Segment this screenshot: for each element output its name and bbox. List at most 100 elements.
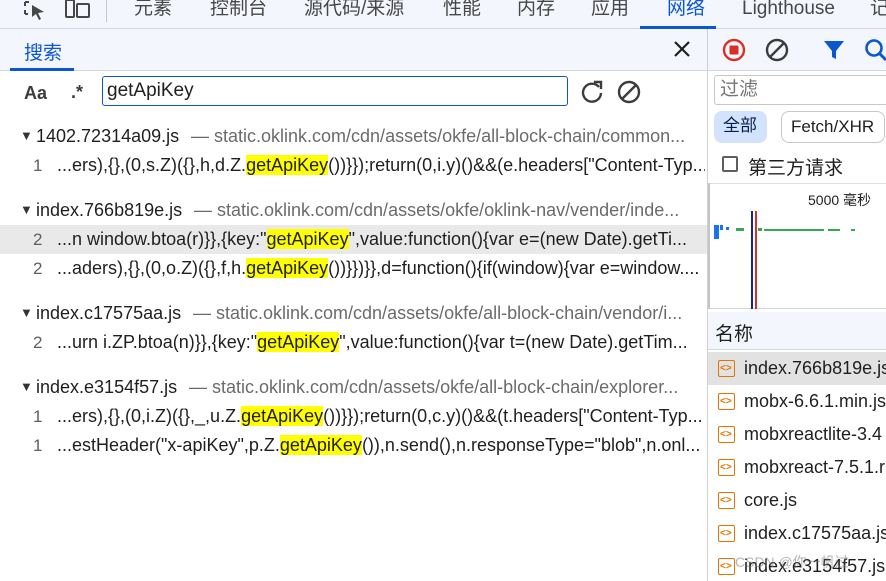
tab-performance[interactable]: 性能 [443,0,481,26]
match-case-toggle[interactable]: Aa [24,83,47,104]
match-context: ...estHeader("x-apiKey",p.Z. [57,435,280,455]
refresh-icon[interactable] [579,79,605,105]
match-snippet: ...n window.btoa(r)}},{key:"getApiKey",v… [57,225,705,254]
line-number: 1 [33,156,43,175]
request-row[interactable]: core.js [708,484,886,517]
name-column-label: 名称 [715,324,754,345]
result-file-url: — static.oklink.com/cdn/assets/okfe/all-… [189,377,679,397]
match-highlight: getApiKey [241,406,324,426]
line-number: 2 [33,230,43,249]
request-name: mobxreact-7.5.1.r [744,457,886,477]
result-match-row[interactable]: 1 ...ers),{},(0,s.Z)({},h,d.Z.getApiKey()… [0,151,707,180]
request-name: core.js [744,490,798,510]
tab-network[interactable]: 网络 [667,0,705,26]
result-match-row[interactable]: 2 ...n window.btoa(r)}},{key:"getApiKey",… [0,225,707,254]
line-number: 2 [33,333,43,352]
result-file-name: index.c17575aa.js [36,303,182,323]
expand-triangle-icon[interactable]: ▼ [20,195,33,225]
search-results: ▼ 1402.72314a09.js — static.oklink.com/cdn… [0,121,707,460]
search-drawer-tab[interactable]: 搜索 [24,38,62,65]
script-file-icon [718,418,735,451]
match-context: ...n window.btoa(r)}},{key:" [57,229,267,249]
result-file-group: ▼ index.e3154f57.js — static.oklink.com/cd… [0,372,707,460]
expand-triangle-icon[interactable]: ▼ [20,298,33,328]
tab-memory[interactable]: 内存 [517,0,555,26]
regex-toggle[interactable]: .* [71,82,83,103]
script-file-icon [718,352,735,385]
request-row[interactable]: index.c17575aa.js [708,517,886,550]
tab-lighthouse[interactable]: Lighthouse [742,0,835,26]
match-context: ...ers),{},(0,s.Z)({},h,d.Z. [57,155,247,175]
match-context: ...urn i.ZP.btoa(n)}},{key:" [57,332,258,352]
match-context: ()),n.send(),n.responseType="blob",n.onl… [361,435,701,455]
third-party-checkbox[interactable] [722,156,738,172]
match-context: ",value:function(){var e=(new Date).getT… [348,229,687,249]
match-snippet: ...urn i.ZP.btoa(n)}},{key:"getApiKey",v… [57,328,705,357]
search-input[interactable] [102,76,568,106]
clear-log-icon[interactable] [764,37,790,63]
result-file-group: ▼ index.766b819e.js — static.oklink.com/cd… [0,195,707,283]
match-highlight: getApiKey [246,155,329,175]
third-party-label: 第三方请求 [748,158,844,179]
match-snippet: ...ers),{},(0,s.Z)({},h,d.Z.getApiKey())… [57,151,705,180]
script-file-icon [718,484,735,517]
request-row[interactable]: mobx-6.6.1.min.js [708,385,886,418]
result-file-row[interactable]: ▼ 1402.72314a09.js — static.oklink.com/cdn… [0,121,707,151]
result-file-group: ▼ 1402.72314a09.js — static.oklink.com/cdn… [0,121,707,180]
match-context: ())}});return(0,i.y)()&&(e.headers["Cont… [328,155,705,175]
script-file-icon [718,385,735,418]
tab-sources[interactable]: 源代码/来源 [304,0,404,26]
result-file-url: — static.oklink.com/cdn/assets/okfe/all-… [191,126,686,146]
tab-elements[interactable]: 元素 [134,0,172,26]
result-file-name: 1402.72314a09.js [36,126,180,146]
match-context: ",value:function(){var t=(new Date).getT… [339,332,688,352]
request-name: index.766b819e.js [744,358,886,378]
match-snippet: ...aders),{},(0,o.Z)({},f,h.getApiKey())… [57,254,705,283]
expand-triangle-icon[interactable]: ▼ [20,372,33,402]
match-highlight: getApiKey [246,258,329,278]
watermark: CSDN @你一帆过 [735,554,849,570]
record-stop-icon[interactable] [721,37,747,63]
result-file-group: ▼ index.c17575aa.js — static.oklink.com/cd… [0,298,707,357]
result-file-row[interactable]: ▼ index.e3154f57.js — static.oklink.com/cd… [0,372,707,402]
match-highlight: getApiKey [266,229,349,249]
match-context: ...ers),{},(0,i.Z)({},_,u.Z. [57,406,242,426]
request-row[interactable]: mobxreactlite-3.4 [708,418,886,451]
line-number: 1 [33,407,43,426]
filter-icon[interactable] [821,37,847,63]
filter-chip-all[interactable]: 全部 [714,111,767,143]
result-file-url: — static.oklink.com/cdn/assets/okfe/okli… [194,200,680,220]
script-file-icon [718,451,735,484]
device-toolbar-icon[interactable] [64,0,90,20]
result-file-row[interactable]: ▼ index.c17575aa.js — static.oklink.com/cd… [0,298,707,328]
result-file-row[interactable]: ▼ index.766b819e.js — static.oklink.com/cd… [0,195,707,225]
tab-console[interactable]: 控制台 [210,0,267,26]
request-list: index.766b819e.js mobx-6.6.1.min.js mobxre… [708,352,886,581]
search-panel: 搜索 Aa .* ▼1402.72314a09.js— static.oklin… [0,29,707,581]
tab-recorder[interactable]: 记 [870,0,886,26]
inspect-element-icon[interactable] [22,0,48,20]
match-snippet: ...estHeader("x-apiKey",p.Z.getApiKey())… [57,431,705,460]
result-file-url: — static.oklink.com/cdn/assets/okfe/all-… [193,303,683,323]
network-toolbar [708,29,886,71]
tab-application[interactable]: 应用 [591,0,629,26]
line-number: 2 [33,259,43,278]
network-filter-input[interactable] [714,75,886,105]
result-match-row[interactable]: 1 ...estHeader("x-apiKey",p.Z.getApiKey()… [0,431,707,460]
request-row[interactable]: mobxreact-7.5.1.r [708,451,886,484]
result-match-row[interactable]: 1 ...ers),{},(0,i.Z)({},_,u.Z.getApiKey()… [0,402,707,431]
result-match-row[interactable]: 2 ...urn i.ZP.btoa(n)}},{key:"getApiKey",… [0,328,707,357]
search-icon[interactable] [863,37,886,63]
result-match-row[interactable]: 2 ...aders),{},(0,o.Z)({},f,h.getApiKey()… [0,254,707,283]
match-context: ())}})}},d=function(){if(window){var e=w… [328,258,700,278]
result-file-name: index.e3154f57.js [36,377,178,397]
clear-search-icon[interactable] [616,79,642,105]
request-name: index.c17575aa.js [744,523,886,543]
request-row[interactable]: index.766b819e.js [708,352,886,385]
filter-chip-fetch-xhr[interactable]: Fetch/XHR [781,111,885,143]
line-number: 1 [33,436,43,455]
search-drawer-header: 搜索 [0,29,707,71]
search-toolbar: Aa .* [0,71,707,113]
expand-triangle-icon[interactable]: ▼ [20,121,33,151]
close-icon[interactable] [670,37,694,61]
